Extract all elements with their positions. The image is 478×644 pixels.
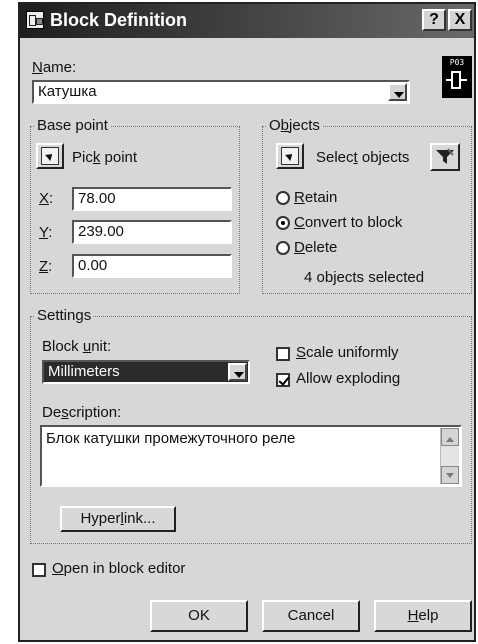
description-textarea[interactable]: Блок катушки промежуточного реле xyxy=(40,425,462,487)
pick-point-icon xyxy=(41,147,59,165)
help-title-button[interactable]: ? xyxy=(422,9,446,31)
block-unit-value: Millimeters xyxy=(48,363,120,380)
filter-funnel-icon xyxy=(436,148,454,164)
description-scrollbar[interactable] xyxy=(440,428,459,484)
objects-label: Objects xyxy=(267,117,322,134)
hyperlink-button[interactable]: Hyperlink... xyxy=(60,506,176,532)
x-label: X: xyxy=(39,190,54,207)
close-title-button[interactable]: X xyxy=(448,9,472,31)
open-in-block-editor-checkbox[interactable] xyxy=(32,563,46,577)
allow-exploding-label[interactable]: Allow exploding xyxy=(296,370,400,387)
block-preview-icon: P03 xyxy=(442,56,472,98)
coil-symbol-icon xyxy=(446,71,467,89)
chevron-down-icon[interactable] xyxy=(228,363,247,381)
pick-point-button[interactable] xyxy=(36,143,64,169)
select-objects-label[interactable]: Select objects xyxy=(316,149,409,166)
preview-tag: P03 xyxy=(449,58,465,67)
delete-radio[interactable] xyxy=(276,241,290,255)
allow-exploding-checkbox[interactable] xyxy=(276,373,290,387)
z-label: Z: xyxy=(39,258,53,275)
name-value: Катушка xyxy=(38,83,97,100)
block-definition-dialog: Block Definition ? X Name: Катушка P03 B… xyxy=(18,2,476,642)
delete-label[interactable]: Delete xyxy=(294,239,337,256)
open-in-block-editor-label[interactable]: Open in block editor xyxy=(52,560,185,577)
convert-to-block-label[interactable]: Convert to block xyxy=(294,214,402,231)
scale-uniformly-checkbox[interactable] xyxy=(276,347,290,361)
scroll-down-icon[interactable] xyxy=(441,466,459,484)
base-point-label: Base point xyxy=(35,117,110,134)
block-unit-label: Block unit: xyxy=(42,338,112,355)
quick-select-button[interactable] xyxy=(430,143,460,171)
ok-button[interactable]: OK xyxy=(150,600,248,632)
block-app-icon xyxy=(26,11,44,29)
name-combobox[interactable]: Катушка xyxy=(32,80,410,104)
select-objects-button[interactable] xyxy=(276,143,304,169)
objects-selected-count: 4 objects selected xyxy=(304,269,425,286)
description-label: Description: xyxy=(42,404,122,421)
retain-radio[interactable] xyxy=(276,191,290,205)
chevron-down-icon[interactable] xyxy=(388,83,407,101)
retain-label[interactable]: Retain xyxy=(294,189,337,206)
z-input[interactable]: 0.00 xyxy=(72,254,232,278)
cancel-button[interactable]: Cancel xyxy=(262,600,360,632)
title-bar: Block Definition ? X xyxy=(20,4,474,38)
x-input[interactable]: 78.00 xyxy=(72,187,232,211)
select-objects-icon xyxy=(281,147,299,165)
y-input[interactable]: 239.00 xyxy=(72,220,232,244)
dialog-title: Block Definition xyxy=(50,10,188,30)
description-text: Блок катушки промежуточного реле xyxy=(46,430,296,447)
scale-uniformly-label[interactable]: Scale uniformly xyxy=(296,344,399,361)
name-label: Name: xyxy=(32,59,77,76)
scroll-up-icon[interactable] xyxy=(441,428,459,446)
help-button[interactable]: Help xyxy=(374,600,472,632)
block-unit-select[interactable]: Millimeters xyxy=(42,360,250,384)
y-label: Y: xyxy=(39,224,53,241)
settings-label: Settings xyxy=(35,307,94,324)
convert-to-block-radio[interactable] xyxy=(276,216,290,230)
pick-point-label[interactable]: Pick point xyxy=(72,149,137,166)
